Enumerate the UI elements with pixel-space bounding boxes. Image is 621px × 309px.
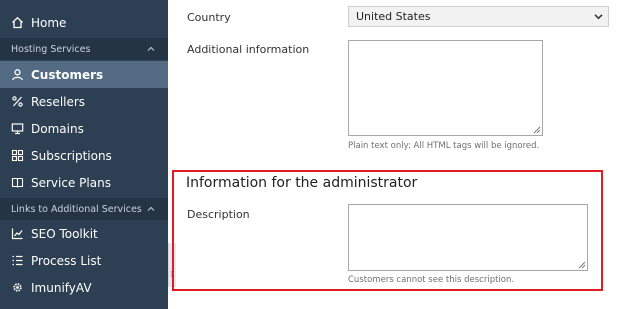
user-icon — [11, 68, 24, 81]
sidebar-item-label: Subscriptions — [31, 148, 112, 163]
sidebar-item-label: Process List — [31, 253, 102, 268]
sidebar-item-label: Domains — [31, 121, 84, 136]
sidebar-item-service-plans[interactable]: Service Plans — [0, 169, 168, 196]
sidebar-item-customers[interactable]: Customers — [0, 61, 168, 88]
section-hosting-label: Hosting Services — [11, 43, 91, 55]
chevron-down-icon — [594, 14, 603, 20]
resize-grip-icon[interactable] — [578, 261, 586, 269]
list-icon — [11, 254, 24, 267]
section-links-label: Links to Additional Services — [11, 203, 142, 215]
grid-icon — [11, 149, 24, 162]
chevron-up-icon — [147, 46, 155, 51]
sidebar-item-resellers[interactable]: Resellers — [0, 88, 168, 115]
admin-section-title: Information for the administrator — [186, 175, 418, 191]
sidebar-item-imunifyav[interactable]: ImunifyAV — [0, 274, 168, 301]
sidebar-item-label: Resellers — [31, 94, 86, 109]
sidebar-item-seo-toolkit[interactable]: SEO Toolkit — [0, 220, 168, 247]
percent-icon — [11, 95, 24, 108]
sidebar-item-process-list[interactable]: Process List — [0, 247, 168, 274]
chevron-up-icon — [147, 206, 155, 211]
resize-grip-icon[interactable] — [533, 126, 541, 134]
gear-icon — [11, 281, 24, 294]
home-icon — [11, 16, 24, 29]
sidebar-item-label: SEO Toolkit — [31, 226, 98, 241]
description-hint: Customers cannot see this description. — [348, 275, 515, 285]
sidebar-item-label: ImunifyAV — [31, 280, 92, 295]
book-icon — [11, 176, 24, 189]
sidebar-item-domains[interactable]: Domains — [0, 115, 168, 142]
nav-home[interactable]: Home — [0, 9, 168, 36]
section-hosting-services[interactable]: Hosting Services — [0, 38, 168, 60]
additional-info-textarea[interactable] — [348, 40, 543, 136]
additional-info-hint: Plain text only: All HTML tags will be i… — [348, 141, 540, 151]
chart-icon — [11, 227, 24, 240]
sidebar: Home Hosting Services Customers Reseller… — [0, 0, 168, 309]
description-label: Description — [187, 208, 250, 221]
country-select-value: United States — [356, 10, 431, 23]
section-links-additional[interactable]: Links to Additional Services — [0, 198, 168, 220]
additional-info-label: Additional information — [187, 43, 310, 56]
sidebar-item-label: Service Plans — [31, 175, 111, 190]
sidebar-item-subscriptions[interactable]: Subscriptions — [0, 142, 168, 169]
monitor-icon — [11, 122, 24, 135]
country-select[interactable]: United States — [348, 6, 609, 27]
nav-home-label: Home — [31, 15, 67, 30]
country-label: Country — [187, 11, 231, 24]
description-textarea[interactable] — [348, 204, 588, 271]
sidebar-item-label: Customers — [31, 67, 104, 82]
